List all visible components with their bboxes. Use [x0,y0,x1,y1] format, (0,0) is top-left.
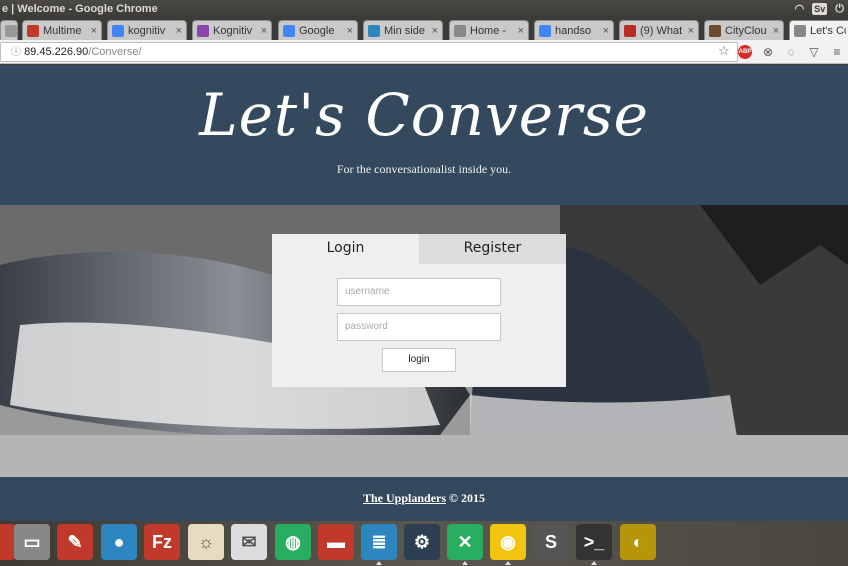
site-footer: The Upplanders © 2015 [0,477,848,521]
disk-icon[interactable]: ▭ [14,524,50,560]
cityclou-icon [709,24,721,37]
drop-icon[interactable]: ● [101,524,137,560]
power-icon[interactable]: ⏻ [835,0,844,18]
gimp-icon[interactable]: ◐ [620,524,656,560]
tab-label: handso [555,24,592,37]
wifi-icon[interactable]: ◠ [795,0,805,18]
pocket-icon[interactable]: ▽ [807,43,821,61]
mail-icon[interactable]: ✉ [231,524,267,560]
unknown-icon [5,24,17,37]
info-icon[interactable]: ⓘ [11,47,21,58]
docs-icon [197,24,209,37]
tab-label: (9) What [640,24,683,37]
menu-icon[interactable]: ≡ [830,43,844,61]
terminal-icon[interactable]: >_ [576,524,612,560]
tab-label: Home - [470,24,507,37]
username-input[interactable]: username [337,278,501,306]
browser-tab[interactable]: × [0,20,18,40]
tab-label: kognitiv [128,24,166,37]
browser-tab[interactable]: (9) What × [619,20,699,40]
tab-label: Multime [43,24,82,37]
close-icon[interactable]: × [603,25,609,37]
close-icon[interactable]: × [91,25,97,37]
close-icon[interactable]: × [773,25,779,37]
hero-image: Login Register username password login [0,205,848,477]
site-logo: Let's Converse [199,81,649,149]
browser-tab[interactable]: handso × [534,20,614,40]
filezilla-icon[interactable]: Fz [144,524,180,560]
footer-link[interactable]: The Upplanders [363,491,446,505]
sublime-icon[interactable]: S [533,524,569,560]
page-icon [454,24,466,37]
window-title: e | Welcome - Google Chrome [2,3,158,15]
browser-tab[interactable]: Home - × [449,20,529,40]
browser-tab[interactable]: Google × [278,20,358,40]
globe-icon[interactable]: ◍ [275,524,311,560]
adblock-icon[interactable]: ABP [738,45,752,59]
login-button[interactable]: login [382,348,456,372]
browser-tab[interactable]: Multime × [22,20,102,40]
tab-label: CityClou [725,24,767,37]
page-icon [794,24,806,37]
network-icon[interactable]: ✕ [447,524,483,560]
launcher-dock: ▭ ✎ ● Fz ☼ ✉ ◍ ▬ ≣ ⚙ ✕ ◉ S >_ ◐ [0,521,848,566]
running-indicator [505,561,511,565]
address-path: /Converse/ [88,46,142,58]
tab-label: Let's Co [810,24,846,37]
chrome-icon[interactable]: ◉ [490,524,526,560]
running-indicator [462,561,468,565]
settings-tool-icon[interactable]: ✎ [57,524,93,560]
close-icon[interactable]: × [176,25,182,37]
wave-icon [368,24,380,37]
running-indicator [376,561,382,565]
browser-tab[interactable]: CityClou × [704,20,784,40]
close-icon[interactable]: × [688,25,694,37]
web-page: Let's Converse For the conversationalist… [0,65,848,521]
browser-tab[interactable]: kognitiv × [107,20,187,40]
site-tagline: For the conversationalist inside you. [336,162,512,176]
close-icon[interactable]: × [432,25,438,37]
address-bar[interactable]: ⓘ 89.45.226.90/Converse/ [0,42,738,62]
tab-register[interactable]: Register [419,234,566,264]
running-indicator [591,561,597,565]
extension-icon[interactable]: ⊗ [761,43,775,61]
sun-icon[interactable]: ☼ [188,524,224,560]
translate-icon [283,24,295,37]
browser-toolbar: ⓘ 89.45.226.90/Converse/ ☆ ABP ⊗ ◌ ▽ ≡ [0,40,848,64]
google-icon [539,24,551,37]
browser-tab[interactable]: Let's Co [789,20,848,40]
footer-copyright: © 2015 [449,491,485,505]
keyboard-layout-indicator[interactable]: Sv [812,3,828,15]
window-titlebar: e | Welcome - Google Chrome ◠ Sv ⏻ [0,0,848,18]
writer-icon[interactable]: ≣ [361,524,397,560]
tab-label: Min side [384,24,425,37]
tab-login[interactable]: Login [272,234,419,264]
tab-label: Kognitiv [213,24,253,37]
browser-tab[interactable]: Min side × [363,20,443,40]
multimedia-icon [27,24,39,37]
tab-label: Google [299,24,335,37]
address-host: 89.45.226.90 [24,46,89,58]
book-icon[interactable]: ▬ [318,524,354,560]
password-input[interactable]: password [337,313,501,341]
google-icon [112,24,124,37]
close-icon[interactable]: × [347,25,353,37]
tab-strip: ×Multime×kognitiv×Kognitiv×Google×Min si… [0,18,848,40]
close-icon[interactable]: × [261,25,267,37]
browser-tab[interactable]: Kognitiv × [192,20,272,40]
site-header: Let's Converse For the conversationalist… [0,65,848,205]
extension-2-icon[interactable]: ◌ [784,43,798,61]
system-tray: ◠ Sv ⏻ [795,0,844,18]
bookmark-star-icon[interactable]: ☆ [718,43,730,59]
steam-icon[interactable]: ⚙ [404,524,440,560]
auth-panel: Login Register username password login [272,234,566,387]
close-icon[interactable]: × [518,25,524,37]
quora-icon [624,24,636,37]
